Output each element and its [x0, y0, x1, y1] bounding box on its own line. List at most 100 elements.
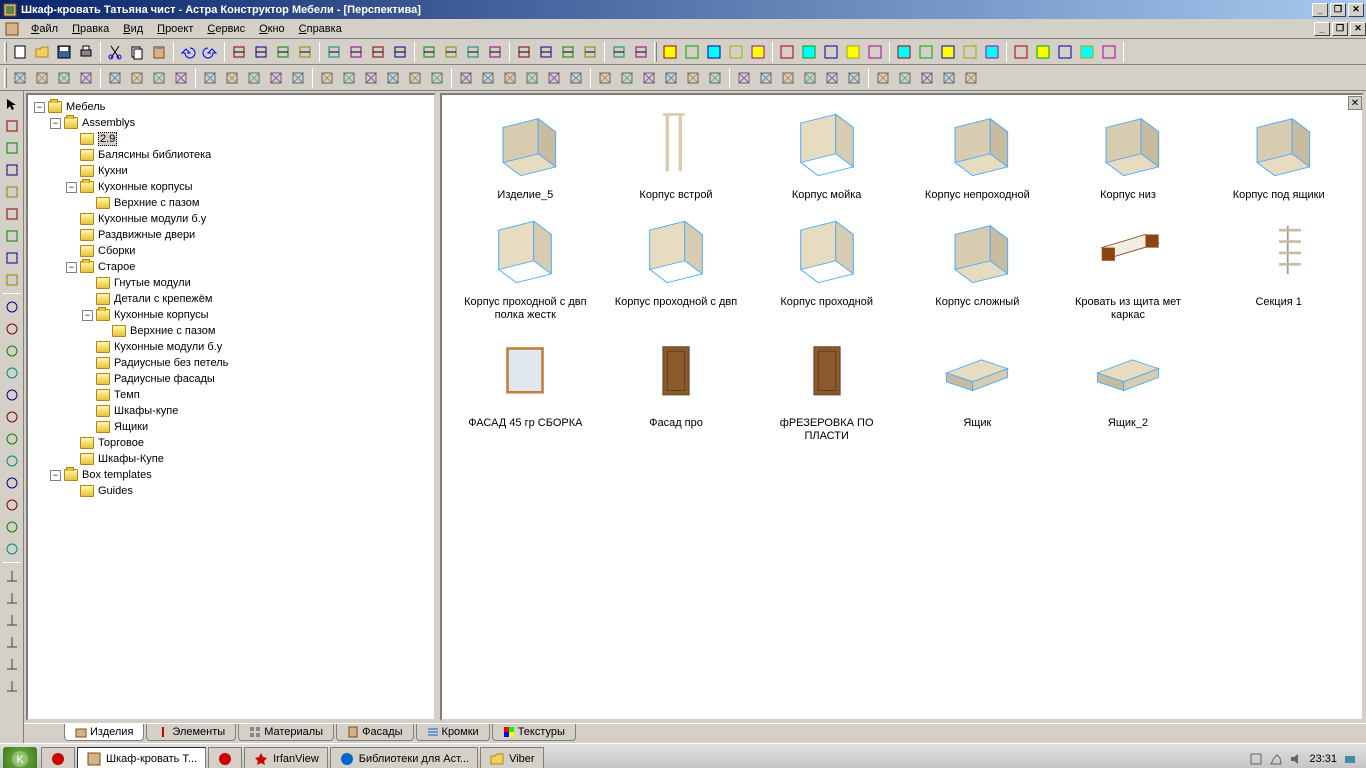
tb-row2-4[interactable] — [104, 67, 126, 89]
tb-row2-36[interactable] — [843, 67, 865, 89]
vtb-b11[interactable] — [2, 539, 22, 559]
tree-node-kuhmod2[interactable]: Кухонные модули б.у — [30, 339, 432, 355]
taskbar-opera[interactable] — [208, 747, 242, 768]
tray-icon-2[interactable] — [1269, 752, 1283, 766]
tb-row2-0[interactable] — [9, 67, 31, 89]
tb-row2-9[interactable] — [221, 67, 243, 89]
menu-project[interactable]: Проект — [150, 21, 200, 37]
tree-node-boxtpl[interactable]: −Box templates — [30, 467, 432, 483]
panel-close-button[interactable]: ✕ — [1348, 96, 1362, 110]
tb-generic-b5[interactable] — [776, 41, 798, 63]
tb-generic-b0[interactable] — [659, 41, 681, 63]
tree-node-razdv[interactable]: Раздвижные двери — [30, 227, 432, 243]
tb-row2-37[interactable] — [872, 67, 894, 89]
vtb-a6[interactable] — [2, 248, 22, 268]
menu-view[interactable]: Вид — [116, 21, 150, 37]
tray-icon-1[interactable] — [1249, 752, 1263, 766]
tb-generic-b18[interactable] — [1076, 41, 1098, 63]
tb-row2-22[interactable] — [521, 67, 543, 89]
vtb-c3[interactable] — [2, 632, 22, 652]
vtb-b3[interactable] — [2, 363, 22, 383]
tb-generic-a7[interactable] — [389, 41, 411, 63]
tb-redo[interactable] — [199, 41, 221, 63]
tb-generic-b1[interactable] — [681, 41, 703, 63]
tb-row2-41[interactable] — [960, 67, 982, 89]
taskbar-irfan[interactable]: IrfanView — [244, 747, 328, 768]
tree-node-torg[interactable]: Торговое — [30, 435, 432, 451]
thumbnail-item[interactable]: Изделие_5 — [452, 105, 599, 202]
tree-node-shkupe[interactable]: Шкафы-купе — [30, 403, 432, 419]
vtb-b1[interactable] — [2, 319, 22, 339]
tree-node-assemblys[interactable]: −Assemblys — [30, 115, 432, 131]
close-button[interactable]: ✕ — [1348, 3, 1364, 17]
thumbnail-item[interactable]: Ящик_2 — [1055, 333, 1202, 443]
tb-row2-6[interactable] — [148, 67, 170, 89]
tab-kromki[interactable]: Кромки — [416, 724, 490, 741]
vtb-c5[interactable] — [2, 676, 22, 696]
tb-generic-b2[interactable] — [703, 41, 725, 63]
vtb-c0[interactable] — [2, 566, 22, 586]
tb-generic-b6[interactable] — [798, 41, 820, 63]
tree-node-temp[interactable]: Темп — [30, 387, 432, 403]
tb-row2-31[interactable] — [733, 67, 755, 89]
taskbar-lib[interactable]: Библиотеки для Аст... — [330, 747, 478, 768]
tree-node-kuhkorp2[interactable]: −Кухонные корпусы — [30, 307, 432, 323]
tb-row2-19[interactable] — [455, 67, 477, 89]
tb-row2-8[interactable] — [199, 67, 221, 89]
tb-row2-11[interactable] — [265, 67, 287, 89]
thumbnail-item[interactable]: фРЕЗЕРОВКА ПО ПЛАСТИ — [753, 333, 900, 443]
tree-node-29[interactable]: 2.9 — [30, 131, 432, 147]
tb-row2-38[interactable] — [894, 67, 916, 89]
vtb-c2[interactable] — [2, 610, 22, 630]
tb-row2-25[interactable] — [594, 67, 616, 89]
mdi-close[interactable]: ✕ — [1350, 22, 1366, 36]
thumbnail-item[interactable]: Корпус непроходной — [904, 105, 1051, 202]
tb-generic-b10[interactable] — [893, 41, 915, 63]
tb-generic-a13[interactable] — [535, 41, 557, 63]
tb-row2-12[interactable] — [287, 67, 309, 89]
vtb-b5[interactable] — [2, 407, 22, 427]
vtb-a4[interactable] — [2, 204, 22, 224]
thumbnail-item[interactable]: Корпус низ — [1055, 105, 1202, 202]
vtb-b9[interactable] — [2, 495, 22, 515]
tb-row2-10[interactable] — [243, 67, 265, 89]
menu-edit[interactable]: Правка — [65, 21, 116, 37]
tb-generic-a14[interactable] — [557, 41, 579, 63]
mdi-restore[interactable]: ❐ — [1332, 22, 1348, 36]
thumbnail-item[interactable]: Корпус мойка — [753, 105, 900, 202]
menu-window[interactable]: Окно — [252, 21, 292, 37]
tb-generic-a11[interactable] — [484, 41, 506, 63]
tb-generic-a8[interactable] — [418, 41, 440, 63]
tb-row2-32[interactable] — [755, 67, 777, 89]
tree-node-kuhmod[interactable]: Кухонные модули б.у — [30, 211, 432, 227]
tb-row2-24[interactable] — [565, 67, 587, 89]
tb-generic-b4[interactable] — [747, 41, 769, 63]
thumbnail-item[interactable]: Секция 1 — [1205, 212, 1352, 322]
tb-row2-33[interactable] — [777, 67, 799, 89]
taskbar-app-1[interactable]: Шкаф-кровать Т... — [77, 747, 206, 768]
tb-generic-a1[interactable] — [250, 41, 272, 63]
tb-row2-17[interactable] — [404, 67, 426, 89]
vtb-a3[interactable] — [2, 182, 22, 202]
tb-generic-b13[interactable] — [959, 41, 981, 63]
tb-row2-16[interactable] — [382, 67, 404, 89]
tb-generic-b15[interactable] — [1010, 41, 1032, 63]
tb-generic-a15[interactable] — [579, 41, 601, 63]
tab-materialy[interactable]: Материалы — [238, 724, 334, 741]
tb-generic-a2[interactable] — [272, 41, 294, 63]
tab-tekstury[interactable]: Текстуры — [492, 724, 576, 741]
tab-izdeliya[interactable]: Изделия — [64, 724, 144, 741]
tb-generic-b9[interactable] — [864, 41, 886, 63]
tb-cut[interactable] — [104, 41, 126, 63]
tb-row2-34[interactable] — [799, 67, 821, 89]
tb-generic-b19[interactable] — [1098, 41, 1120, 63]
thumbnail-item[interactable]: Корпус проходной с двп — [603, 212, 750, 322]
tb-row2-40[interactable] — [938, 67, 960, 89]
tb-row2-35[interactable] — [821, 67, 843, 89]
tb-row2-2[interactable] — [53, 67, 75, 89]
vtb-b0[interactable] — [2, 297, 22, 317]
tb-generic-b17[interactable] — [1054, 41, 1076, 63]
tree-node-guides[interactable]: Guides — [30, 483, 432, 499]
tree-node-gnut[interactable]: Гнутые модули — [30, 275, 432, 291]
tb-row2-3[interactable] — [75, 67, 97, 89]
